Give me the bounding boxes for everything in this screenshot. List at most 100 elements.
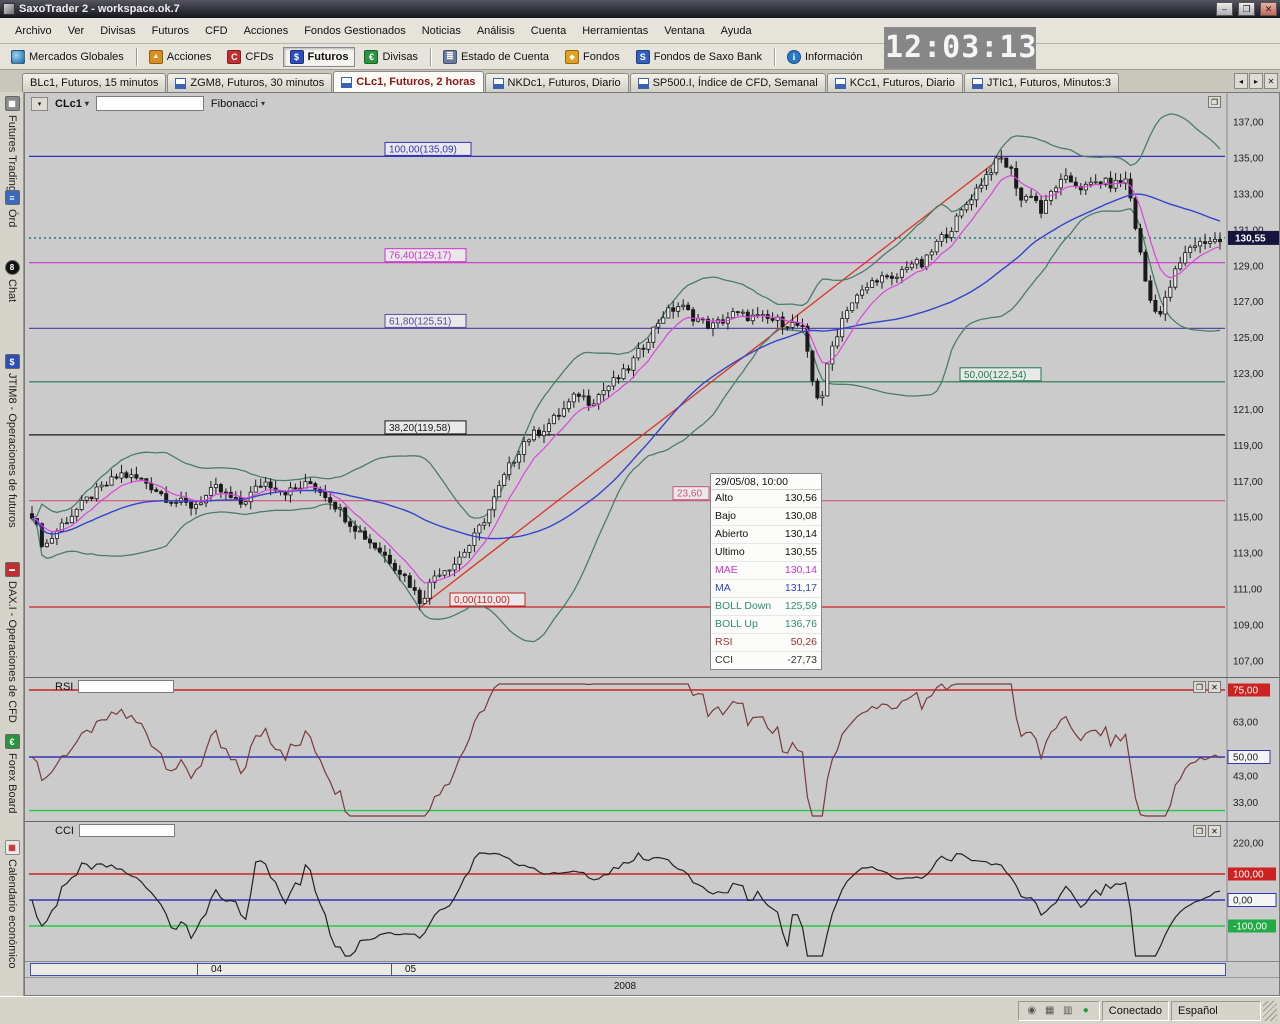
toolbar-button-mercados-globales[interactable]: Mercados Globales <box>4 47 131 67</box>
menu-archivo[interactable]: Archivo <box>8 21 59 41</box>
svg-text:125,00: 125,00 <box>1233 333 1264 344</box>
svg-text:107,00: 107,00 <box>1233 656 1264 667</box>
rsi-param-input[interactable] <box>78 680 174 693</box>
restore-panel-icon[interactable]: ❐ <box>1193 825 1206 837</box>
user-icon[interactable]: ◉ <box>1025 1004 1039 1018</box>
svg-text:-100,00: -100,00 <box>1233 922 1267 933</box>
close-panel-icon[interactable]: ✕ <box>1208 681 1221 693</box>
toolbar-button-informacion[interactable]: Información <box>780 47 869 67</box>
tab-nkdc1[interactable]: NKDc1, Futuros, Diario <box>485 73 629 92</box>
menu-ver[interactable]: Ver <box>61 21 92 41</box>
restore-panel-icon[interactable]: ❐ <box>1208 96 1221 108</box>
horizontal-range-bar[interactable] <box>30 963 1226 976</box>
tab-scroll-right-icon[interactable]: ▸ <box>1249 73 1263 89</box>
svg-text:113,00: 113,00 <box>1233 549 1263 560</box>
resize-grip[interactable] <box>1263 1001 1277 1021</box>
toolbar-button-acciones[interactable]: Acciones <box>142 47 219 67</box>
info-icon <box>787 50 801 64</box>
tooltip-datetime: 29/05/08, 10:00 <box>711 474 821 490</box>
menu-noticias[interactable]: Noticias <box>415 21 468 41</box>
cci-param-input[interactable] <box>79 824 175 837</box>
toolbar-button-estado-de-cuenta[interactable]: Estado de Cuenta <box>436 47 556 67</box>
tab-clc1[interactable]: CLc1, Futuros, 2 horas <box>333 71 483 92</box>
menu-acciones[interactable]: Acciones <box>237 21 296 41</box>
symbol-label: CLc1 <box>55 98 82 110</box>
chevron-down-icon: ▾ <box>261 99 265 108</box>
menu-analisis[interactable]: Análisis <box>470 21 522 41</box>
svg-text:76,40(129,17): 76,40(129,17) <box>389 251 451 262</box>
rsi-panel-controls: ❐ ✕ <box>1193 681 1221 693</box>
tooltip-row: CCI-27,73 <box>711 652 821 669</box>
futures-order-icon <box>5 354 20 369</box>
cci-indicator-chart[interactable]: 220,00100,000,00-100,00 <box>25 822 1279 961</box>
svg-text:137,00: 137,00 <box>1233 118 1264 129</box>
calendar-icon <box>5 840 20 855</box>
toolbar-button-fondos[interactable]: Fondos <box>558 47 627 67</box>
network-icon[interactable]: ▦ <box>1043 1004 1057 1018</box>
chart-icon <box>5 96 20 111</box>
svg-text:61,80(125,51): 61,80(125,51) <box>389 316 451 327</box>
menu-herramientas[interactable]: Herramientas <box>575 21 655 41</box>
sidebar-item-dax-operaciones[interactable]: DAX.I - Operaciones de CFD <box>0 562 24 723</box>
restore-button[interactable]: ❐ <box>1238 2 1255 16</box>
sidebar-item-jtim8-operaciones[interactable]: JTIM8 - Operaciones de futuros <box>0 354 24 528</box>
svg-text:135,00: 135,00 <box>1233 154 1264 165</box>
tab-scroll-left-icon[interactable]: ◂ <box>1234 73 1248 89</box>
tab-zgm8[interactable]: ZGM8, Futuros, 30 minutos <box>167 73 332 92</box>
app-icon <box>3 3 15 15</box>
menu-ventana[interactable]: Ventana <box>657 21 711 41</box>
toolbar-button-label: Estado de Cuenta <box>461 51 549 63</box>
drawing-tool-selector[interactable]: Fibonacci ▾ <box>211 98 265 110</box>
time-axis: 04 05 <box>25 961 1279 977</box>
cfd-order-icon <box>5 562 20 577</box>
sidebar-item-forex-board[interactable]: Forex Board <box>0 734 24 814</box>
toolbar-button-cfds[interactable]: CFDs <box>220 47 280 67</box>
language-label: Español <box>1178 1005 1218 1017</box>
toolbar-button-divisas[interactable]: Divisas <box>357 47 424 67</box>
symbol-selector[interactable]: CLc1 ▾ <box>55 98 89 110</box>
sidebar-item-calendario[interactable]: Calendario económico <box>0 840 24 968</box>
restore-panel-icon[interactable]: ❐ <box>1193 681 1206 693</box>
menu-cuenta[interactable]: Cuenta <box>524 21 573 41</box>
svg-text:50,00: 50,00 <box>1233 753 1258 764</box>
menu-divisas[interactable]: Divisas <box>93 21 142 41</box>
svg-text:133,00: 133,00 <box>1233 189 1264 200</box>
rsi-indicator-chart[interactable]: 75,0063,0050,0043,0033,00 <box>25 678 1279 821</box>
chart-status-icon[interactable]: ▥ <box>1061 1004 1075 1018</box>
month-label: 05 <box>405 964 416 975</box>
toolbar-button-label: Información <box>805 51 862 63</box>
svg-text:63,00: 63,00 <box>1233 718 1258 729</box>
menu-futuros[interactable]: Futuros <box>145 21 196 41</box>
menu-ayuda[interactable]: Ayuda <box>714 21 759 41</box>
menu-cfd[interactable]: CFD <box>198 21 235 41</box>
tab-jtic1[interactable]: JTIc1, Futuros, Minutos:3 <box>964 73 1119 92</box>
toolbar: Mercados Globales Acciones CFDs Futuros … <box>0 44 1280 70</box>
sidebar-item-futures-trading[interactable]: Futures Trading <box>0 96 24 192</box>
tab-close-icon[interactable]: ✕ <box>1264 73 1278 89</box>
tab-kcc1[interactable]: KCc1, Futuros, Diario <box>827 73 963 92</box>
desktop-clock: 12:03:13 <box>884 27 1036 69</box>
chart-tab-icon <box>972 78 983 89</box>
sidebar-item-ordenes[interactable]: Órd <box>0 190 24 227</box>
svg-text:123,00: 123,00 <box>1233 369 1264 380</box>
chart-menu-dropdown-icon[interactable]: ▾ <box>31 97 48 111</box>
sidebar-item-chat[interactable]: Chat <box>0 260 24 302</box>
toolbar-button-futuros[interactable]: Futuros <box>283 47 356 67</box>
toolbar-button-fondos-saxo[interactable]: Fondos de Saxo Bank <box>629 47 769 67</box>
close-panel-icon[interactable]: ✕ <box>1208 825 1221 837</box>
tooltip-row: Bajo130,08 <box>711 508 821 526</box>
tooltip-row: Alto130,56 <box>711 490 821 508</box>
tab-label: ZGM8, Futuros, 30 minutos <box>190 77 324 89</box>
menu-fondos-gestionados[interactable]: Fondos Gestionados <box>297 21 413 41</box>
tooltip-row: Abierto130,14 <box>711 526 821 544</box>
close-button[interactable]: ✕ <box>1260 2 1277 16</box>
toolbar-button-label: Fondos <box>583 51 620 63</box>
tab-sp500[interactable]: SP500.I, Índice de CFD, Semanal <box>630 73 826 92</box>
tab-blc1[interactable]: BLc1, Futuros, 15 minutos <box>22 73 166 92</box>
language-selector[interactable]: Español <box>1171 1001 1261 1021</box>
main-price-chart[interactable]: 100,00(135,09)76,40(129,17)61,80(125,51)… <box>25 93 1279 677</box>
minimize-button[interactable]: – <box>1216 2 1233 16</box>
tool-label: Fibonacci <box>211 98 258 110</box>
symbol-search-input[interactable] <box>96 96 204 111</box>
chart-toolbar: ▾ CLc1 ▾ Fibonacci ▾ <box>31 96 265 111</box>
